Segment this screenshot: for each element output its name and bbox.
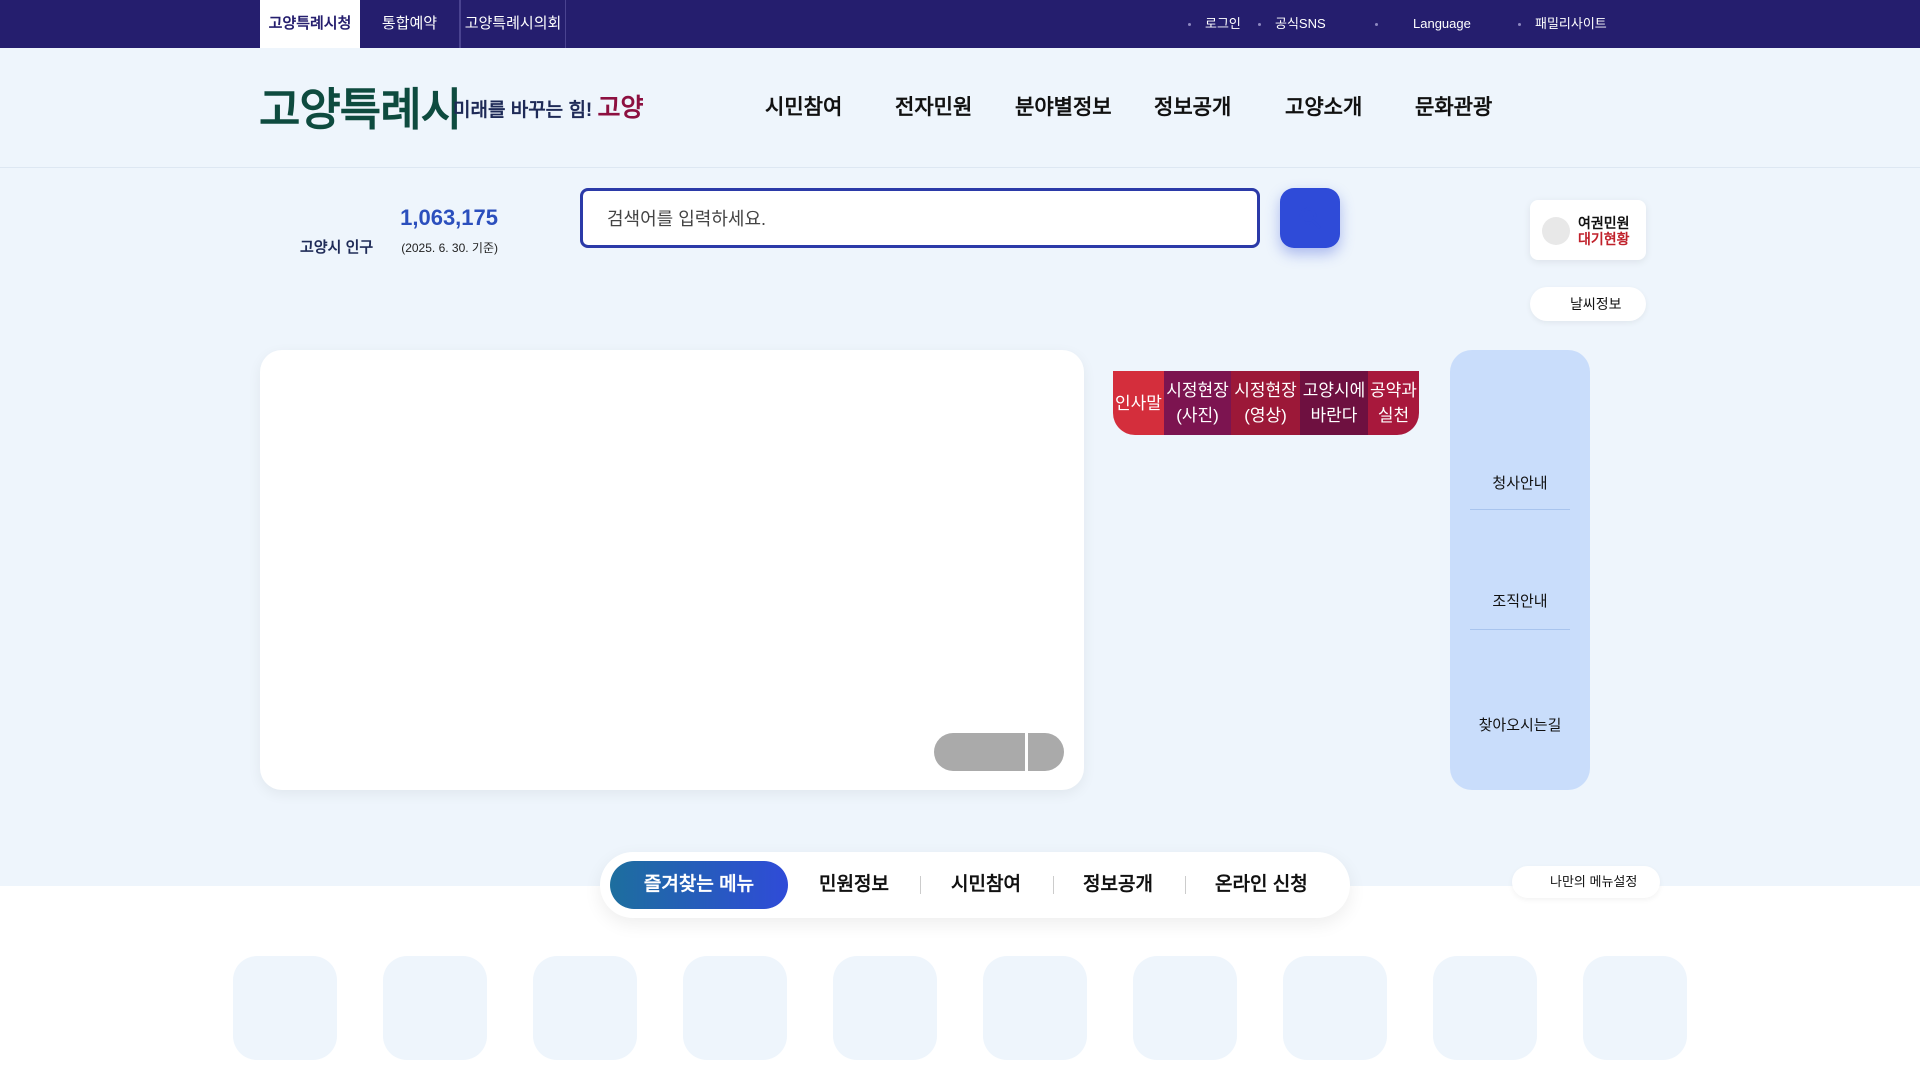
tab-favorite-menu[interactable]: 즐겨찾는 메뉴 <box>610 861 788 909</box>
side-organization[interactable]: 조직안내 <box>1450 590 1590 611</box>
sns-link[interactable]: 공식SNS <box>1258 0 1326 48</box>
dot-icon <box>1188 23 1191 27</box>
population-value: 1,063,175 <box>400 205 498 230</box>
quick-menu-tile[interactable] <box>533 956 637 1060</box>
side-divider <box>1470 509 1570 510</box>
nav-field-info[interactable]: 분야별정보 <box>1015 88 1112 128</box>
passport-icon <box>1542 217 1570 245</box>
slogan-brand: 고양 <box>597 94 644 122</box>
family-site-link[interactable]: 패밀리사이트 <box>1518 0 1607 48</box>
login-label: 로그인 <box>1205 16 1241 31</box>
quick-menu-tile[interactable] <box>683 956 787 1060</box>
tab-suggestions-label: 고양시에 바란다 <box>1302 381 1366 425</box>
top-utility-bar: 고양특례시청 통합예약 고양특례시의회 로그인 공식SNS Language 패… <box>0 0 1920 48</box>
side-quick-panel: 청사안내 조직안내 찾아오시는길 <box>1450 350 1590 790</box>
quick-menu-tile[interactable] <box>983 956 1087 1060</box>
language-link[interactable]: Language <box>1375 0 1471 48</box>
passport-subtitle: 대기현황 <box>1578 231 1630 247</box>
dot-icon <box>1258 23 1261 27</box>
side-directions[interactable]: 찾아오시는길 <box>1450 714 1590 735</box>
city-logo[interactable]: 고양특례시 <box>259 84 462 136</box>
slogan-text: 미래를 바꾸는 힘! <box>453 100 593 121</box>
main-visual-slider <box>260 350 1084 790</box>
site-tab-city-hall[interactable]: 고양특례시청 <box>260 0 360 48</box>
weather-button[interactable]: 날씨정보 <box>1530 287 1646 321</box>
quick-menu-tile[interactable] <box>833 956 937 1060</box>
tab-pledges-label: 공약과 실천 <box>1370 381 1417 425</box>
slogan: 미래를 바꾸는 힘! 고양 <box>453 91 644 128</box>
tab-greeting[interactable]: 인사말 <box>1113 371 1164 435</box>
my-menu-settings-button[interactable]: 나만의 메뉴설정 <box>1512 866 1660 898</box>
tab-field-photo[interactable]: 시정현장 (사진) <box>1164 371 1231 435</box>
slider-control-divider <box>1025 733 1028 771</box>
tab-disclosure[interactable]: 정보공개 <box>1083 861 1153 909</box>
tab-online-application[interactable]: 온라인 신청 <box>1215 861 1308 909</box>
language-label: Language <box>1413 16 1471 31</box>
nav-culture-tourism[interactable]: 문화관광 <box>1415 88 1492 128</box>
population-label: 고양시 인구 <box>300 239 374 256</box>
sns-label: 공식SNS <box>1275 16 1326 31</box>
family-site-label: 패밀리사이트 <box>1535 16 1607 31</box>
quick-menu-tile[interactable] <box>1583 956 1687 1060</box>
news-tab-group: 인사말 시정현장 (사진) 시정현장 (영상) 고양시에 바란다 공약과 실천 <box>1113 371 1419 435</box>
nav-e-civil[interactable]: 전자민원 <box>895 88 972 128</box>
search-input[interactable] <box>607 205 1207 233</box>
nav-about-goyang[interactable]: 고양소개 <box>1285 88 1362 128</box>
side-divider <box>1470 629 1570 630</box>
quick-menu-tile[interactable] <box>1133 956 1237 1060</box>
slider-controls[interactable] <box>934 733 1064 771</box>
tab-divider <box>1185 876 1186 894</box>
tab-field-photo-label: 시정현장 (사진) <box>1166 381 1229 425</box>
dot-icon <box>1518 23 1521 27</box>
passport-wait-status[interactable]: 여권민원 대기현황 <box>1530 200 1646 260</box>
tab-divider <box>1053 876 1054 894</box>
site-tab-council[interactable]: 고양특례시의회 <box>460 0 566 48</box>
quick-menu-tile[interactable] <box>1433 956 1537 1060</box>
nav-citizen-participation[interactable]: 시민참여 <box>765 88 842 128</box>
tab-divider <box>920 876 921 894</box>
tab-suggestions[interactable]: 고양시에 바란다 <box>1300 371 1368 435</box>
quick-menu-tile[interactable] <box>233 956 337 1060</box>
tab-field-video-label: 시정현장 (영상) <box>1234 381 1297 425</box>
quick-menu-tile[interactable] <box>1283 956 1387 1060</box>
nav-info-disclosure[interactable]: 정보공개 <box>1154 88 1231 128</box>
population-date: (2025. 6. 30. 기준) <box>401 241 498 255</box>
search-icon <box>1299 207 1321 229</box>
tab-civil-info[interactable]: 민원정보 <box>819 861 889 909</box>
side-building-guide[interactable]: 청사안내 <box>1450 472 1590 493</box>
tab-field-video[interactable]: 시정현장 (영상) <box>1231 371 1300 435</box>
login-link[interactable]: 로그인 <box>1188 0 1241 48</box>
search-button[interactable] <box>1280 188 1340 248</box>
site-tab-reservation[interactable]: 통합예약 <box>360 0 460 48</box>
quick-menu-tile[interactable] <box>383 956 487 1060</box>
tab-participation[interactable]: 시민참여 <box>951 861 1021 909</box>
tab-pledges[interactable]: 공약과 실천 <box>1368 371 1419 435</box>
dot-icon <box>1375 23 1378 27</box>
search-box <box>580 188 1260 248</box>
